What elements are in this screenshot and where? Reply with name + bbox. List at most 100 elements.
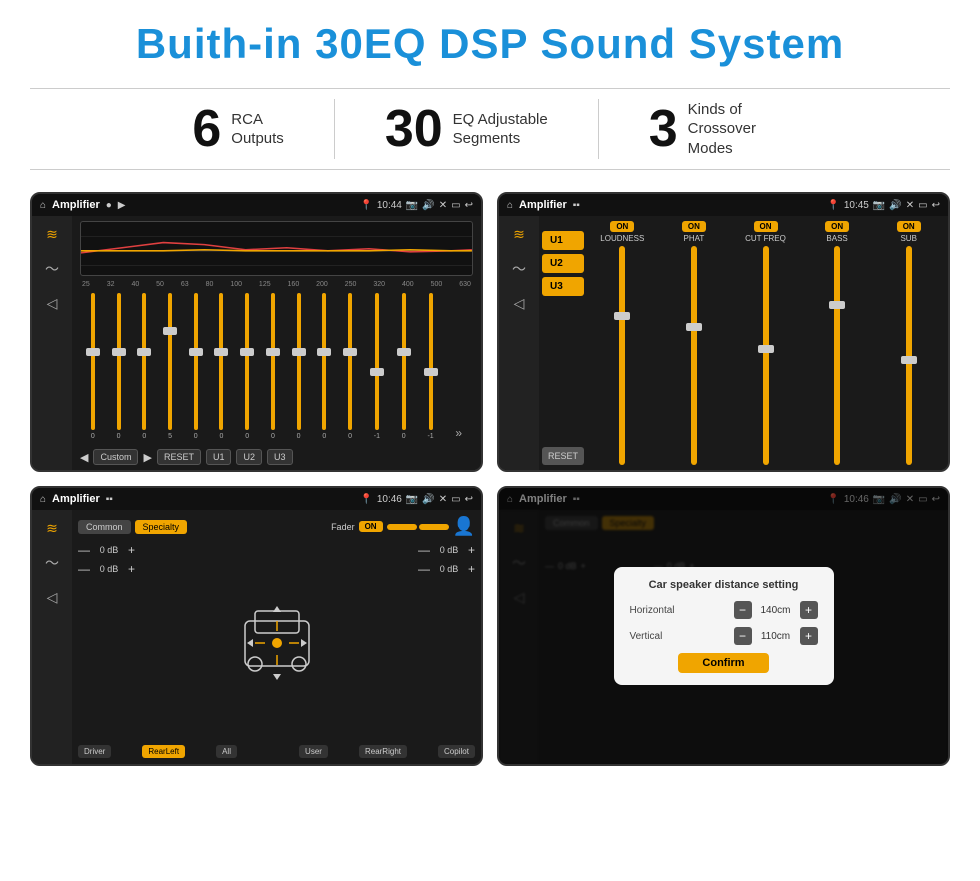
btn-copilot[interactable]: Copilot [438, 745, 475, 758]
home-icon-fader: ⌂ [40, 494, 46, 505]
vol-left-icon-cross[interactable]: ◁ [514, 295, 525, 312]
rect-icon-eq: ▭ [451, 200, 460, 211]
on-btn-cutfreq[interactable]: ON [754, 221, 778, 232]
minus-btn-2[interactable]: — [418, 543, 430, 557]
u1-btn-cross[interactable]: U1 [542, 231, 584, 250]
btn-rearright[interactable]: RearRight [359, 745, 407, 758]
wave-icon-fader[interactable]: 〜 [45, 553, 59, 573]
ch-label-bass: BASS [826, 234, 847, 243]
vslider-bass[interactable] [834, 246, 840, 465]
u2-btn-eq[interactable]: U2 [236, 449, 262, 465]
confirm-button[interactable]: Confirm [678, 653, 768, 673]
prev-btn[interactable]: ◀ [80, 451, 88, 464]
on-btn-bass[interactable]: ON [825, 221, 849, 232]
vslider-phat[interactable] [691, 246, 697, 465]
btn-rearleft[interactable]: RearLeft [142, 745, 185, 758]
eq-icon-fader[interactable]: ≋ [46, 520, 58, 537]
eq-main-area: 25 32 40 50 63 80 100 125 160 200 250 32… [72, 216, 481, 470]
horizontal-minus-btn[interactable]: − [734, 601, 752, 619]
btn-driver[interactable]: Driver [78, 745, 111, 758]
plus-btn-0[interactable]: + [128, 543, 135, 557]
on-btn-phat[interactable]: ON [682, 221, 706, 232]
vol-left-icon[interactable]: ◁ [47, 295, 58, 312]
slider-track-8[interactable] [297, 293, 301, 430]
u1-btn-eq[interactable]: U1 [206, 449, 232, 465]
dialog-vertical-ctrl: − 110cm + [734, 627, 818, 645]
slider-track-6[interactable] [245, 293, 249, 430]
slider-track-3[interactable] [168, 293, 172, 430]
u2-btn-cross[interactable]: U2 [542, 254, 584, 273]
tab-common-fader[interactable]: Common [78, 520, 131, 534]
eq-slider-4: 0 [194, 293, 198, 440]
slider-track-11[interactable] [375, 293, 379, 430]
fader-sliders-h [387, 524, 449, 530]
eq-val-10: 0 [348, 433, 352, 440]
amplifier-title-fader: Amplifier [52, 493, 100, 505]
vthumb-bass [829, 301, 845, 309]
eq-icon[interactable]: ≋ [46, 226, 58, 243]
fader-h-slider-1[interactable] [387, 524, 417, 530]
on-btn-sub[interactable]: ON [897, 221, 921, 232]
fader-h-slider-2[interactable] [419, 524, 449, 530]
ch-label-loudness: LOUDNESS [600, 234, 644, 243]
dialog-vertical-row: Vertical − 110cm + [630, 627, 818, 645]
home-icon-eq: ⌂ [40, 200, 46, 211]
dialog-box: Car speaker distance setting Horizontal … [614, 567, 834, 685]
vslider-cutfreq[interactable] [763, 246, 769, 465]
stat-label-eq: EQ AdjustableSegments [453, 110, 548, 149]
slider-track-9[interactable] [322, 293, 326, 430]
dialog-vertical-label: Vertical [630, 631, 663, 642]
person-icon-fader[interactable]: 👤 [453, 516, 475, 537]
tab-specialty-fader[interactable]: Specialty [135, 520, 188, 534]
next-btn[interactable]: ▶ [143, 451, 151, 464]
reset-btn-cross[interactable]: RESET [542, 447, 584, 465]
play-icon-eq: ▶ [118, 200, 126, 211]
vertical-minus-btn[interactable]: − [734, 627, 752, 645]
fader-db-row-1: — 0 dB + [78, 562, 135, 576]
slider-track-13[interactable] [429, 293, 433, 430]
eq-val-9: 0 [322, 433, 326, 440]
eq-slider-1: 0 [117, 293, 121, 440]
on-btn-loudness[interactable]: ON [610, 221, 634, 232]
plus-btn-1[interactable]: + [128, 562, 135, 576]
minus-btn-0[interactable]: — [78, 543, 90, 557]
ch-slider-bass [803, 246, 872, 465]
btn-all[interactable]: All [216, 745, 237, 758]
slider-track-2[interactable] [142, 293, 146, 430]
freq-32: 32 [107, 281, 115, 288]
slider-track-7[interactable] [271, 293, 275, 430]
vol-left-icon-fader[interactable]: ◁ [47, 589, 58, 606]
horizontal-plus-btn[interactable]: + [800, 601, 818, 619]
u3-btn-cross[interactable]: U3 [542, 277, 584, 296]
btn-user-fader[interactable]: User [299, 745, 328, 758]
slider-track-0[interactable] [91, 293, 95, 430]
slider-track-5[interactable] [219, 293, 223, 430]
freq-40: 40 [131, 281, 139, 288]
freq-500: 500 [431, 281, 443, 288]
vslider-sub[interactable] [906, 246, 912, 465]
wave-icon[interactable]: 〜 [45, 259, 59, 279]
slider-track-12[interactable] [402, 293, 406, 430]
plus-btn-2[interactable]: + [468, 543, 475, 557]
eq-icon-cross[interactable]: ≋ [513, 226, 525, 243]
freq-80: 80 [206, 281, 214, 288]
vol-icon-eq: 🔊 [422, 200, 434, 211]
slider-track-10[interactable] [348, 293, 352, 430]
ch-label-sub: SUB [900, 234, 916, 243]
eq-slider-0: 0 [91, 293, 95, 440]
minus-btn-3[interactable]: — [418, 562, 430, 576]
reset-btn-eq[interactable]: RESET [157, 449, 201, 465]
vertical-plus-btn[interactable]: + [800, 627, 818, 645]
vslider-loudness[interactable] [619, 246, 625, 465]
slider-track-1[interactable] [117, 293, 121, 430]
minus-btn-1[interactable]: — [78, 562, 90, 576]
eq-val-4: 0 [194, 433, 198, 440]
preset-custom[interactable]: Custom [93, 449, 138, 465]
plus-btn-3[interactable]: + [468, 562, 475, 576]
slider-track-4[interactable] [194, 293, 198, 430]
u3-btn-eq[interactable]: U3 [267, 449, 293, 465]
wave-icon-cross[interactable]: 〜 [512, 259, 526, 279]
eq-slider-9: 0 [322, 293, 326, 440]
more-icon[interactable]: » [455, 426, 462, 440]
fader-on-badge[interactable]: ON [359, 521, 383, 532]
